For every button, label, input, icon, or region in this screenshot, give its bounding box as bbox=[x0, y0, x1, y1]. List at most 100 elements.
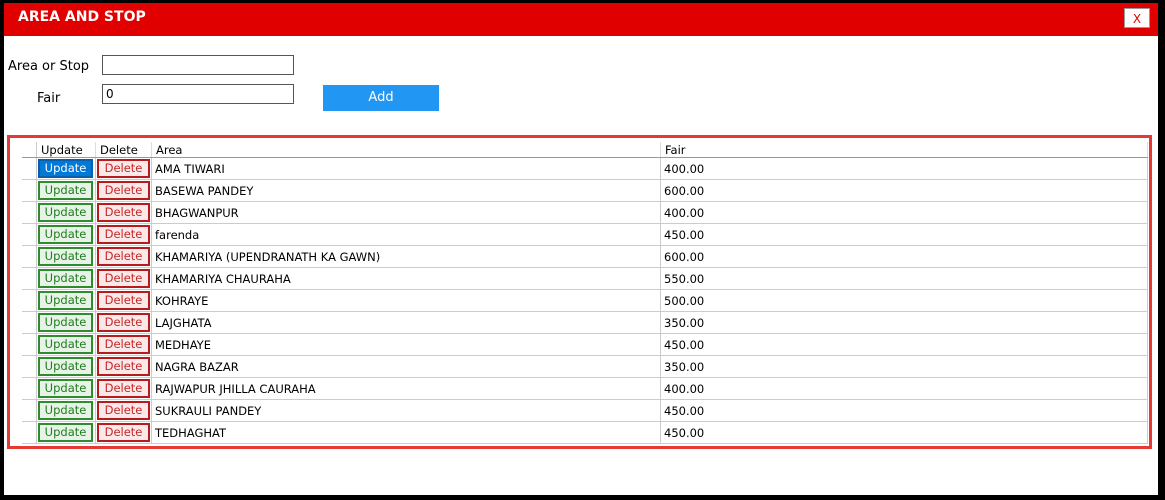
area-grid: Update Delete Area Fair Update Delete AMA … bbox=[7, 135, 1152, 449]
delete-button[interactable]: Delete bbox=[97, 335, 150, 354]
update-button[interactable]: Update bbox=[38, 357, 93, 376]
area-input[interactable] bbox=[102, 55, 294, 75]
delete-button[interactable]: Delete bbox=[97, 401, 150, 420]
table-row[interactable]: Update Delete KOHRAYE 500.00 bbox=[22, 289, 1148, 312]
add-button[interactable]: Add bbox=[323, 85, 439, 111]
delete-button[interactable]: Delete bbox=[97, 379, 150, 398]
fair-cell[interactable]: 600.00 bbox=[660, 179, 1148, 202]
fair-cell[interactable]: 450.00 bbox=[660, 223, 1148, 246]
area-cell[interactable]: BHAGWANPUR bbox=[151, 201, 661, 224]
delete-cell: Delete bbox=[95, 223, 152, 246]
row-header[interactable] bbox=[22, 289, 37, 312]
delete-button[interactable]: Delete bbox=[97, 225, 150, 244]
area-cell[interactable]: SUKRAULI PANDEY bbox=[151, 399, 661, 422]
column-header-area[interactable]: Area bbox=[151, 142, 661, 158]
delete-cell: Delete bbox=[95, 311, 152, 334]
fair-cell[interactable]: 400.00 bbox=[660, 377, 1148, 400]
row-header[interactable] bbox=[22, 157, 37, 180]
area-cell[interactable]: TEDHAGHAT bbox=[151, 421, 661, 444]
delete-button[interactable]: Delete bbox=[97, 291, 150, 310]
row-header[interactable] bbox=[22, 267, 37, 290]
table-row[interactable]: Update Delete NAGRA BAZAR 350.00 bbox=[22, 355, 1148, 378]
delete-cell: Delete bbox=[95, 289, 152, 312]
delete-button[interactable]: Delete bbox=[97, 313, 150, 332]
fair-cell[interactable]: 350.00 bbox=[660, 355, 1148, 378]
update-button[interactable]: Update bbox=[38, 159, 93, 178]
row-header[interactable] bbox=[22, 333, 37, 356]
row-header[interactable] bbox=[22, 245, 37, 268]
table-row[interactable]: Update Delete AMA TIWARI 400.00 bbox=[22, 157, 1148, 180]
table-row[interactable]: Update Delete KHAMARIYA (UPENDRANATH KA GA… bbox=[22, 245, 1148, 268]
table-row[interactable]: Update Delete BHAGWANPUR 400.00 bbox=[22, 201, 1148, 224]
update-cell: Update bbox=[36, 355, 96, 378]
fair-cell[interactable]: 400.00 bbox=[660, 201, 1148, 224]
row-header[interactable] bbox=[22, 223, 37, 246]
row-header[interactable] bbox=[22, 201, 37, 224]
column-header-delete[interactable]: Delete bbox=[95, 142, 152, 158]
area-cell[interactable]: RAJWAPUR JHILLA CAURAHA bbox=[151, 377, 661, 400]
delete-button[interactable]: Delete bbox=[97, 357, 150, 376]
area-cell[interactable]: AMA TIWARI bbox=[151, 157, 661, 180]
update-cell: Update bbox=[36, 377, 96, 400]
delete-cell: Delete bbox=[95, 245, 152, 268]
row-header[interactable] bbox=[22, 355, 37, 378]
fair-cell[interactable]: 450.00 bbox=[660, 333, 1148, 356]
delete-button[interactable]: Delete bbox=[97, 269, 150, 288]
update-button[interactable]: Update bbox=[38, 269, 93, 288]
update-button[interactable]: Update bbox=[38, 335, 93, 354]
update-cell: Update bbox=[36, 245, 96, 268]
update-cell: Update bbox=[36, 421, 96, 444]
row-header[interactable] bbox=[22, 399, 37, 422]
table-row[interactable]: Update Delete KHAMARIYA CHAURAHA 550.00 bbox=[22, 267, 1148, 290]
update-button[interactable]: Update bbox=[38, 401, 93, 420]
area-cell[interactable]: LAJGHATA bbox=[151, 311, 661, 334]
table-row[interactable]: Update Delete TEDHAGHAT 450.00 bbox=[22, 421, 1148, 444]
table-header: Update Delete Area Fair bbox=[22, 142, 1148, 158]
update-button[interactable]: Update bbox=[38, 247, 93, 266]
fair-cell[interactable]: 500.00 bbox=[660, 289, 1148, 312]
delete-button[interactable]: Delete bbox=[97, 247, 150, 266]
area-cell[interactable]: MEDHAYE bbox=[151, 333, 661, 356]
update-button[interactable]: Update bbox=[38, 313, 93, 332]
table-row[interactable]: Update Delete RAJWAPUR JHILLA CAURAHA 400.0… bbox=[22, 377, 1148, 400]
table-row[interactable]: Update Delete BASEWA PANDEY 600.00 bbox=[22, 179, 1148, 202]
area-cell[interactable]: BASEWA PANDEY bbox=[151, 179, 661, 202]
fair-cell[interactable]: 550.00 bbox=[660, 267, 1148, 290]
update-button[interactable]: Update bbox=[38, 181, 93, 200]
row-header[interactable] bbox=[22, 311, 37, 334]
fair-cell[interactable]: 450.00 bbox=[660, 421, 1148, 444]
row-header[interactable] bbox=[22, 377, 37, 400]
update-button[interactable]: Update bbox=[38, 379, 93, 398]
table-row[interactable]: Update Delete MEDHAYE 450.00 bbox=[22, 333, 1148, 356]
column-header-update[interactable]: Update bbox=[36, 142, 96, 158]
fair-input[interactable] bbox=[102, 84, 294, 104]
row-header[interactable] bbox=[22, 421, 37, 444]
close-button[interactable]: X bbox=[1124, 8, 1150, 28]
delete-button[interactable]: Delete bbox=[97, 181, 150, 200]
fair-cell[interactable]: 600.00 bbox=[660, 245, 1148, 268]
area-cell[interactable]: KHAMARIYA CHAURAHA bbox=[151, 267, 661, 290]
row-header-corner bbox=[22, 142, 37, 158]
delete-cell: Delete bbox=[95, 421, 152, 444]
area-cell[interactable]: KHAMARIYA (UPENDRANATH KA GAWN) bbox=[151, 245, 661, 268]
delete-button[interactable]: Delete bbox=[97, 159, 150, 178]
table-row[interactable]: Update Delete LAJGHATA 350.00 bbox=[22, 311, 1148, 334]
area-cell[interactable]: farenda bbox=[151, 223, 661, 246]
delete-button[interactable]: Delete bbox=[97, 203, 150, 222]
update-button[interactable]: Update bbox=[38, 423, 93, 442]
delete-cell: Delete bbox=[95, 377, 152, 400]
table-row[interactable]: Update Delete SUKRAULI PANDEY 450.00 bbox=[22, 399, 1148, 422]
fair-cell[interactable]: 350.00 bbox=[660, 311, 1148, 334]
update-button[interactable]: Update bbox=[38, 203, 93, 222]
delete-button[interactable]: Delete bbox=[97, 423, 150, 442]
area-cell[interactable]: NAGRA BAZAR bbox=[151, 355, 661, 378]
table-row[interactable]: Update Delete farenda 450.00 bbox=[22, 223, 1148, 246]
fair-cell[interactable]: 400.00 bbox=[660, 157, 1148, 180]
area-cell[interactable]: KOHRAYE bbox=[151, 289, 661, 312]
update-button[interactable]: Update bbox=[38, 291, 93, 310]
fair-cell[interactable]: 450.00 bbox=[660, 399, 1148, 422]
update-button[interactable]: Update bbox=[38, 225, 93, 244]
update-cell: Update bbox=[36, 267, 96, 290]
row-header[interactable] bbox=[22, 179, 37, 202]
column-header-fair[interactable]: Fair bbox=[660, 142, 1148, 158]
